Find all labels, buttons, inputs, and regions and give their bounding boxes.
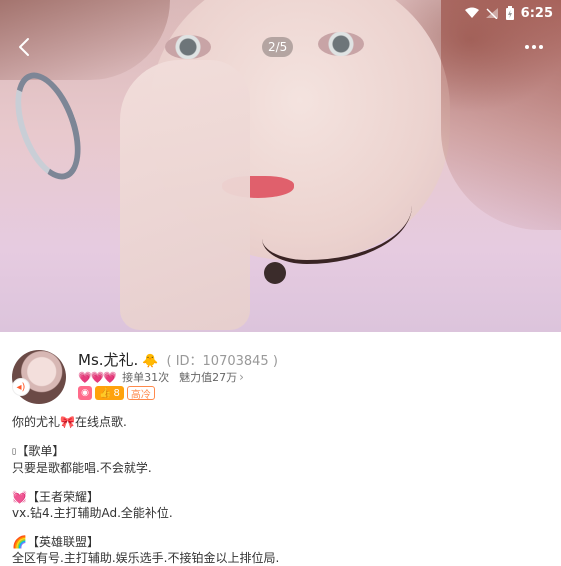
chevron-right-icon: ›: [239, 370, 244, 384]
chick-emoji: 🐥: [142, 354, 159, 369]
photo-eye-right: [318, 32, 364, 56]
photo-eye-left: [165, 35, 211, 59]
rainbow-emoji: 🌈: [12, 534, 27, 549]
level-badge: 👍 8: [95, 386, 124, 400]
back-arrow-icon[interactable]: [14, 36, 36, 58]
bio-lol-text: 全区有号.主打辅助.娱乐选手.不接铂金以上排位局.: [12, 550, 280, 565]
wifi-icon: [464, 7, 479, 18]
photo-hair-right: [441, 0, 561, 230]
bio-line-intro: 你的尤礼🎀在线点歌.: [12, 414, 552, 430]
bio-wz-text: vx.钻4.主打辅助Ad.全能补位.: [12, 505, 173, 520]
status-bar: 6:25: [464, 2, 553, 24]
avatar-container[interactable]: ◂): [12, 350, 66, 404]
bio-song-text: 只要是歌都能唱.不会就学.: [12, 460, 152, 475]
photo-pendant: [264, 262, 286, 284]
bio-song-heading: ▯【歌单】: [12, 443, 552, 460]
bio-intro-prefix: 你的尤礼: [12, 415, 61, 429]
badge-row: ◉ 👍 8 高冷: [78, 386, 155, 401]
name-row: Ms.尤礼. 🐥 ( ID：10703845 ): [78, 349, 278, 370]
song-heading: 【歌单】: [16, 444, 65, 458]
user-id: ( ID：10703845 ): [166, 354, 278, 369]
photo-hand: [120, 60, 250, 330]
profile-name: Ms.尤礼.: [78, 351, 139, 369]
level-value: 8: [113, 387, 120, 399]
bio: 你的尤礼🎀在线点歌. ▯【歌单】 只要是歌都能唱.不会就学. 💓【王者荣耀】 v…: [12, 414, 552, 566]
battery-charging-icon: [505, 6, 514, 20]
personality-tag: 高冷: [126, 386, 155, 401]
heart-emoji: 💓: [12, 489, 27, 504]
more-dot-icon: [539, 45, 543, 49]
lol-heading: 【英雄联盟】: [26, 534, 99, 549]
wz-heading: 【王者荣耀】: [26, 489, 99, 504]
photo-necklace: [262, 180, 412, 264]
profile-panel: ◂) Ms.尤礼. 🐥 ( ID：10703845 ) 💗💗💗 接单31次 魅力…: [0, 332, 561, 566]
bow-emoji: 🎀: [60, 415, 75, 429]
bio-intro-suffix: 在线点歌.: [74, 415, 127, 429]
thumb-icon: 👍: [99, 387, 112, 399]
photo-bracelet: [2, 63, 94, 189]
status-time: 6:25: [520, 5, 553, 21]
bio-lol-heading: 🌈【英雄联盟】: [12, 534, 552, 550]
charm-link[interactable]: 魅力值27万 ›: [179, 369, 244, 385]
more-dot-icon: [525, 45, 529, 49]
more-dot-icon: [532, 45, 536, 49]
charm-value: 魅力值27万: [179, 371, 238, 384]
photo-counter: 2/5: [262, 37, 294, 57]
signal-off-icon: [485, 8, 498, 19]
vip-badge-icon: ◉: [78, 386, 92, 400]
order-count: 接单31次: [122, 371, 170, 384]
bio-wz-heading: 💓【王者荣耀】: [12, 489, 552, 505]
hearts-icon: 💗💗💗: [78, 370, 117, 384]
stats-row: 💗💗💗 接单31次 魅力值27万 ›: [78, 369, 244, 385]
voice-icon[interactable]: ◂): [12, 378, 30, 396]
more-menu-button[interactable]: [523, 38, 545, 56]
